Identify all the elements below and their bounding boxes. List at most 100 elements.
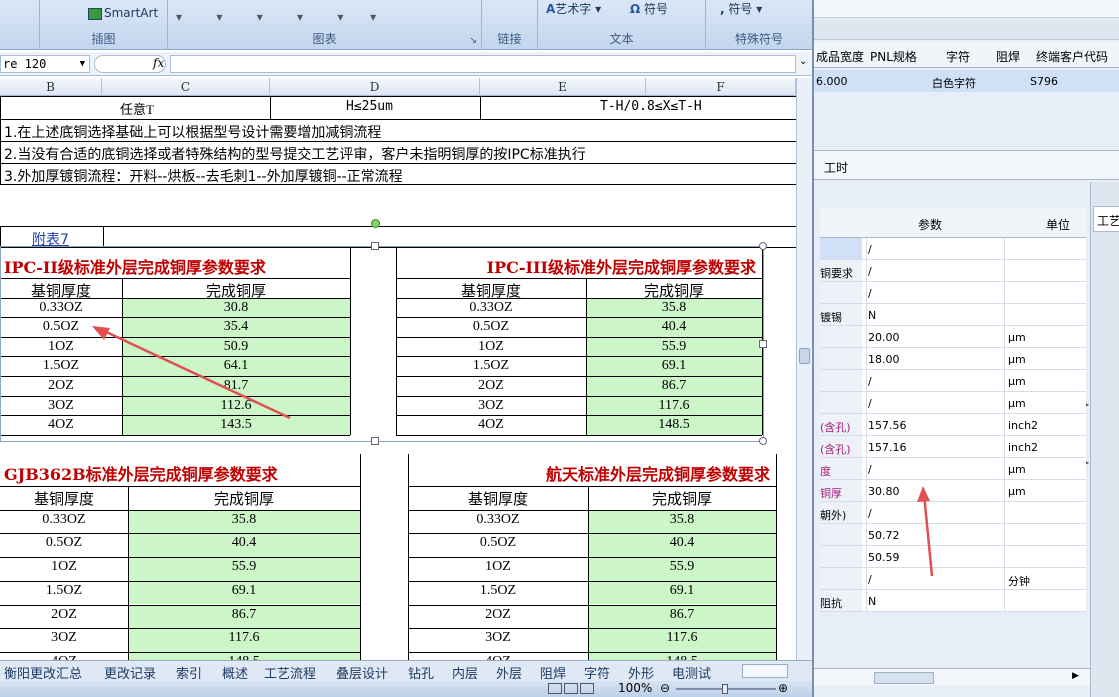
sheet-tab[interactable]: 叠层设计 [336,663,388,682]
finished-copper-cell[interactable]: 86.7 [128,607,360,623]
param-row[interactable]: 铜厚 30.80 μm [820,480,1086,502]
grid-column-header[interactable]: PNL规格 [870,48,917,65]
right-scrollbar-thumb[interactable] [874,672,934,684]
fx-icon[interactable]: fx [153,56,164,70]
base-copper-cell[interactable]: 1.5OZ [396,358,586,374]
param-row[interactable]: 50.59 [820,546,1086,568]
grid-cell[interactable]: 白色字符 [932,75,976,91]
base-copper-cell[interactable]: 0.5OZ [396,319,586,335]
special-symbol-button[interactable]: , 符号 ▾ [720,0,762,17]
base-copper-cell[interactable]: 0.33OZ [0,300,122,316]
param-row[interactable]: / 分钟 [820,568,1086,590]
base-copper-cell[interactable]: 2OZ [408,607,588,623]
scrollbar-thumb[interactable] [799,348,810,364]
worksheet[interactable]: 任意T H≤25um T-H/0.8≤X≤T-H 1.在上述底铜选择基础上可以根… [0,96,796,660]
finished-copper-cell[interactable]: 117.6 [586,398,762,414]
zoom-in-icon[interactable]: ⊕ [778,681,788,695]
finished-copper-cell[interactable]: 86.7 [586,378,762,394]
param-row[interactable]: 50.72 [820,524,1086,546]
name-box-dropdown-icon[interactable]: ▼ [80,56,85,72]
base-copper-cell[interactable]: 0.5OZ [408,535,588,551]
wordart-button[interactable]: A艺术字 ▾ [546,0,601,17]
side-tab-process[interactable]: 工艺 [1093,206,1119,232]
resize-handle-right[interactable] [759,340,767,348]
finished-copper-cell[interactable]: 117.6 [588,630,776,646]
base-copper-cell[interactable]: 3OZ [408,630,588,646]
finished-copper-cell[interactable]: 148.5 [586,417,762,433]
sheet-tab[interactable]: 工艺流程 [264,663,316,682]
finished-copper-cell[interactable]: 117.6 [128,630,360,646]
finished-copper-cell[interactable]: 40.4 [128,535,360,551]
base-copper-cell[interactable]: 1OZ [408,559,588,575]
resize-handle-bottom-right[interactable] [759,437,767,445]
base-copper-cell[interactable]: 0.33OZ [0,512,128,528]
base-copper-cell[interactable]: 2OZ [0,607,128,623]
base-copper-cell[interactable]: 3OZ [396,398,586,414]
param-row[interactable]: / μm [820,370,1086,392]
resize-handle-bottom[interactable] [371,437,379,445]
grid-column-header[interactable]: 阻焊 [996,48,1020,65]
page-layout-icon[interactable] [564,683,578,694]
base-copper-cell[interactable]: 1.5OZ [408,583,588,599]
param-row[interactable]: (含孔) 157.16 inch2 [820,436,1086,458]
param-row[interactable]: 度 / μm [820,458,1086,480]
resize-handle-top[interactable] [371,242,379,250]
sheet-tab[interactable]: 电测试 [672,663,711,682]
param-row[interactable]: 18.00 μm [820,348,1086,370]
finished-copper-cell[interactable]: 55.9 [128,559,360,575]
base-copper-cell[interactable]: 0.5OZ [0,535,128,551]
grid-column-header[interactable]: 字符 [946,48,970,65]
zoom-out-icon[interactable]: ⊖ [660,681,670,695]
column-header-d[interactable]: D [270,78,480,96]
column-header-e[interactable]: E [480,78,646,96]
formula-input[interactable] [170,55,796,73]
grid-cell[interactable]: 6.000 [816,75,848,88]
right-horizontal-scrollbar[interactable]: ▶ [814,668,1090,686]
base-copper-cell[interactable]: 3OZ [0,630,128,646]
base-copper-cell[interactable]: 1.5OZ [0,583,128,599]
horizontal-scrollbar[interactable] [742,664,788,678]
sheet-tab[interactable]: 字符 [584,663,610,682]
finished-copper-cell[interactable]: 69.1 [586,358,762,374]
sheet-tab[interactable]: 更改记录 [104,663,156,682]
sheet-tab[interactable]: 外形 [628,663,654,682]
grid-column-header[interactable]: 成品宽度 [816,48,864,65]
finished-copper-cell[interactable]: 35.8 [128,512,360,528]
finished-copper-cell[interactable]: 40.4 [586,319,762,335]
sheet-tab[interactable]: 阻焊 [540,663,566,682]
base-copper-cell[interactable]: 1OZ [396,339,586,355]
zoom-slider-thumb[interactable] [722,684,728,694]
base-copper-cell[interactable]: 2OZ [396,378,586,394]
appendix-7-link[interactable]: 附表7 [32,229,69,249]
column-header-c[interactable]: C [102,78,270,96]
param-row[interactable]: 铜要求 / [820,260,1086,282]
param-row[interactable]: / μm [820,392,1086,414]
param-row[interactable]: (含孔) 157.56 inch2 [820,414,1086,436]
symbol-button[interactable]: Ω 符号 [630,0,668,17]
param-row[interactable]: 阻抗 N [820,590,1086,612]
expand-formula-icon[interactable]: ⌄ [799,56,807,67]
finished-copper-cell[interactable]: 55.9 [586,339,762,355]
param-row[interactable]: 20.00 μm [820,326,1086,348]
scroll-right-icon[interactable]: ▶ [1072,671,1079,681]
finished-copper-cell[interactable]: 86.7 [588,607,776,623]
sheet-tab[interactable]: 概述 [222,663,248,682]
finished-copper-cell[interactable]: 40.4 [588,535,776,551]
rotate-handle[interactable] [371,219,380,228]
base-copper-cell[interactable]: 0.33OZ [408,512,588,528]
column-header-f[interactable]: F [646,78,796,96]
finished-copper-cell[interactable]: 69.1 [588,583,776,599]
param-row[interactable]: 朝外) / [820,502,1086,524]
page-break-icon[interactable] [580,683,594,694]
finished-copper-cell[interactable]: 35.8 [586,300,762,316]
column-header-b[interactable]: B [0,78,102,96]
resize-handle-top-right[interactable] [759,242,767,250]
grid-cell[interactable]: S796 [1030,75,1058,88]
sheet-tab[interactable]: 内层 [452,663,478,682]
sheet-tab[interactable]: 外层 [496,663,522,682]
param-row[interactable]: 镀锡 N [820,304,1086,326]
chart-dropdowns[interactable]: ▾ ▾ ▾ ▾ ▾ ▾ [176,10,376,24]
grid-column-header[interactable]: 终端客户代码 [1036,48,1108,65]
finished-copper-cell[interactable]: 55.9 [588,559,776,575]
sheet-tab[interactable]: 钻孔 [408,663,434,682]
